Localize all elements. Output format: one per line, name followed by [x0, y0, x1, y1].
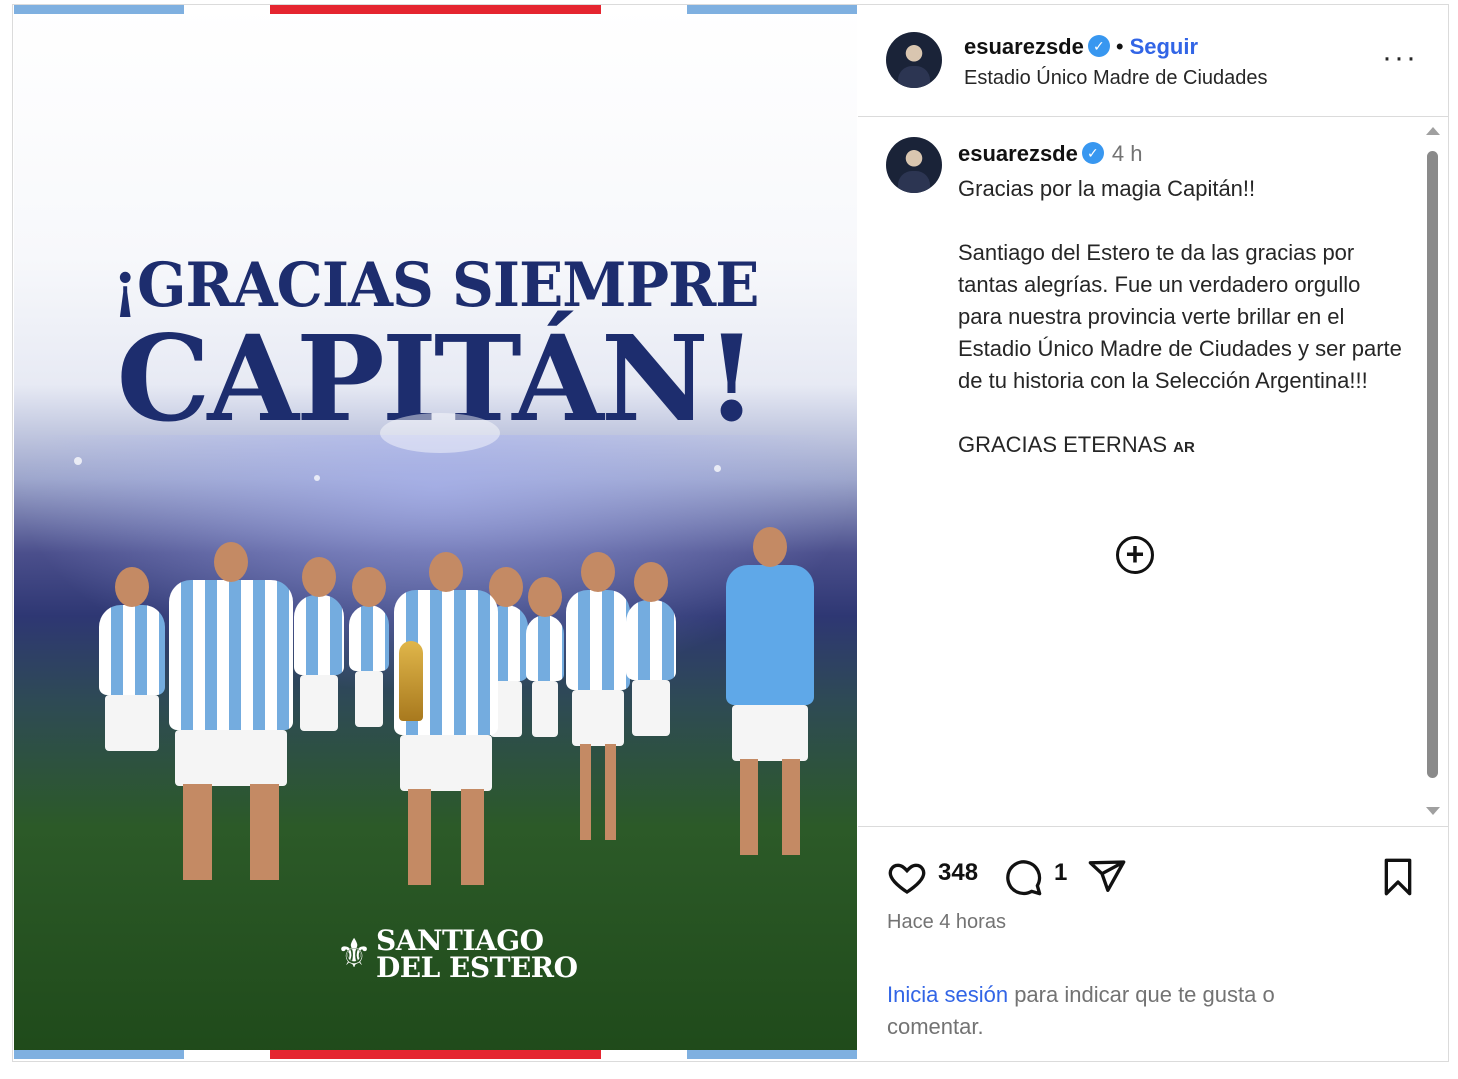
share-icon[interactable]	[1086, 857, 1128, 897]
header-user-line: esuarezsde ✓ • Seguir	[964, 34, 1198, 60]
follow-button[interactable]: Seguir	[1130, 34, 1198, 59]
player-figure	[526, 577, 564, 737]
light-dot	[74, 457, 82, 465]
verified-badge-icon: ✓	[1081, 142, 1104, 165]
location-link[interactable]: Estadio Único Madre de Ciudades	[964, 67, 1268, 90]
likes-count[interactable]: 348	[938, 859, 978, 887]
scroll-down-arrow-icon[interactable]	[1426, 807, 1440, 815]
post-date[interactable]: Hace 4 horas	[887, 911, 1006, 934]
logo-line2: DEL ESTERO	[376, 951, 578, 984]
bookmark-icon[interactable]	[1378, 857, 1418, 897]
player-figure	[169, 542, 293, 880]
post-header: esuarezsde ✓ • Seguir Estadio Único Madre d…	[858, 5, 1448, 117]
caption-username-link[interactable]: esuarezsde	[958, 141, 1078, 166]
load-more-comments-icon[interactable]: +	[1116, 536, 1154, 574]
santiago-del-estero-logo: ⚜ SANTIAGO DEL ESTERO	[332, 924, 578, 984]
heart-icon[interactable]	[886, 857, 928, 897]
post-image[interactable]: ¡GRACIAS SIEMPRE CAPITÁN! ⚜ SANTIAGO DEL…	[14, 5, 857, 1059]
scrollbar[interactable]	[1424, 125, 1440, 817]
player-figure	[349, 567, 389, 727]
caption-user-line: esuarezsde ✓ 4 h	[958, 141, 1142, 167]
logo-line1: SANTIAGO	[376, 924, 544, 957]
scrollbar-thumb[interactable]	[1427, 151, 1438, 778]
caption-body: Gracias por la magia Capitán!! Santiago …	[958, 176, 1402, 457]
player-figure	[626, 562, 676, 736]
light-dot	[314, 475, 320, 481]
light-glow	[380, 413, 500, 453]
caption-panel: esuarezsde ✓ 4 h Gracias por la magia Capi…	[858, 117, 1448, 827]
flag-stripe-bottom	[14, 1050, 857, 1059]
scroll-up-arrow-icon[interactable]	[1426, 127, 1440, 135]
login-prompt: Inicia sesión para indicar que te gusta …	[887, 979, 1347, 1043]
login-link[interactable]: Inicia sesión	[887, 982, 1008, 1007]
comments-count[interactable]: 1	[1054, 859, 1067, 887]
comment-icon[interactable]	[1002, 857, 1044, 897]
light-dot	[714, 465, 721, 472]
verified-badge-icon: ✓	[1087, 35, 1110, 58]
player-figure	[99, 567, 165, 751]
avatar[interactable]	[886, 32, 942, 88]
player-figure	[294, 557, 344, 731]
separator-dot: •	[1115, 34, 1124, 59]
caption-timestamp[interactable]: 4 h	[1112, 141, 1143, 166]
player-figure	[726, 527, 814, 855]
post-actions: 348 1 Hace 4 horas Inicia sesión para in…	[858, 827, 1448, 1060]
caption-text: Gracias por la magia Capitán!! Santiago …	[958, 173, 1408, 464]
avatar[interactable]	[886, 137, 942, 193]
flag-stripe-top	[14, 5, 857, 14]
username-link[interactable]: esuarezsde	[964, 34, 1084, 59]
more-options-icon[interactable]: ···	[1382, 43, 1418, 73]
world-cup-trophy	[399, 641, 423, 721]
crest-icon: ⚜	[336, 932, 372, 976]
player-figure	[566, 552, 630, 840]
argentina-flag-icon: AR	[1173, 439, 1195, 456]
